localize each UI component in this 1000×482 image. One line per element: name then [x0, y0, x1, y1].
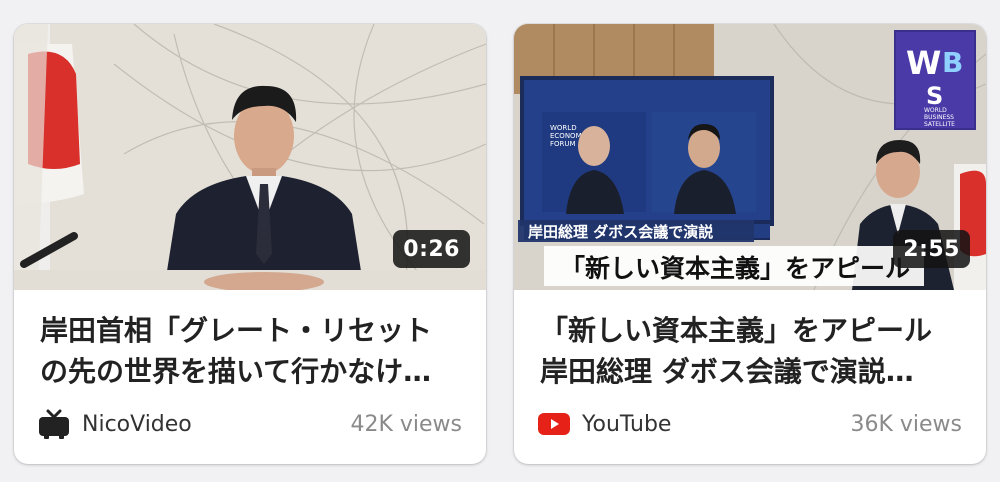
- youtube-play-icon: [538, 409, 570, 439]
- video-duration: 0:26: [393, 230, 470, 268]
- nicovideo-tv-icon: [38, 409, 70, 439]
- video-meta: YouTube 36K views: [538, 408, 962, 440]
- view-count: 42K views: [350, 411, 462, 437]
- video-card[interactable]: 0:26 岸田首相「グレート・リセット の先の世界を描いて行かなけ… NicoV…: [14, 24, 486, 464]
- video-card[interactable]: WORLD ECONOMIC FORUM W B S WORLD BUSINES…: [514, 24, 986, 464]
- thumbnail-caption-small: 岸田総理 ダボス会議で演説: [528, 223, 713, 241]
- video-title-line: 岸田首相「グレート・リセット: [40, 314, 433, 347]
- svg-text:W: W: [906, 44, 941, 82]
- video-thumbnail[interactable]: 0:26: [14, 24, 486, 290]
- video-duration: 2:55: [893, 230, 970, 268]
- wbs-logo-text: BUSINESS: [924, 114, 954, 121]
- video-title[interactable]: 岸田首相「グレート・リセット の先の世界を描いて行かなけ…: [40, 310, 464, 392]
- source-name: YouTube: [582, 411, 672, 437]
- svg-text:WORLD: WORLD: [550, 124, 577, 132]
- svg-text:FORUM: FORUM: [550, 140, 576, 148]
- video-title-line: 「新しい資本主義」をアピール: [540, 314, 933, 347]
- source-name: NicoVideo: [82, 411, 192, 437]
- video-title-line: 岸田総理 ダボス会議で演説…: [540, 355, 914, 388]
- video-title[interactable]: 「新しい資本主義」をアピール 岸田総理 ダボス会議で演説…: [540, 310, 964, 392]
- view-count: 36K views: [850, 411, 962, 437]
- svg-text:S: S: [926, 82, 943, 110]
- video-meta: NicoVideo 42K views: [38, 408, 462, 440]
- video-results-row: 0:26 岸田首相「グレート・リセット の先の世界を描いて行かなけ… NicoV…: [0, 0, 1000, 482]
- thumbnail-caption-large: 「新しい資本主義」をアピール: [560, 254, 910, 283]
- video-thumbnail[interactable]: WORLD ECONOMIC FORUM W B S WORLD BUSINES…: [514, 24, 986, 290]
- wbs-logo-text: SATELLITE: [924, 121, 955, 128]
- wbs-logo-text: WORLD: [924, 107, 947, 114]
- video-title-line: の先の世界を描いて行かなけ…: [40, 355, 432, 388]
- svg-text:B: B: [942, 46, 963, 79]
